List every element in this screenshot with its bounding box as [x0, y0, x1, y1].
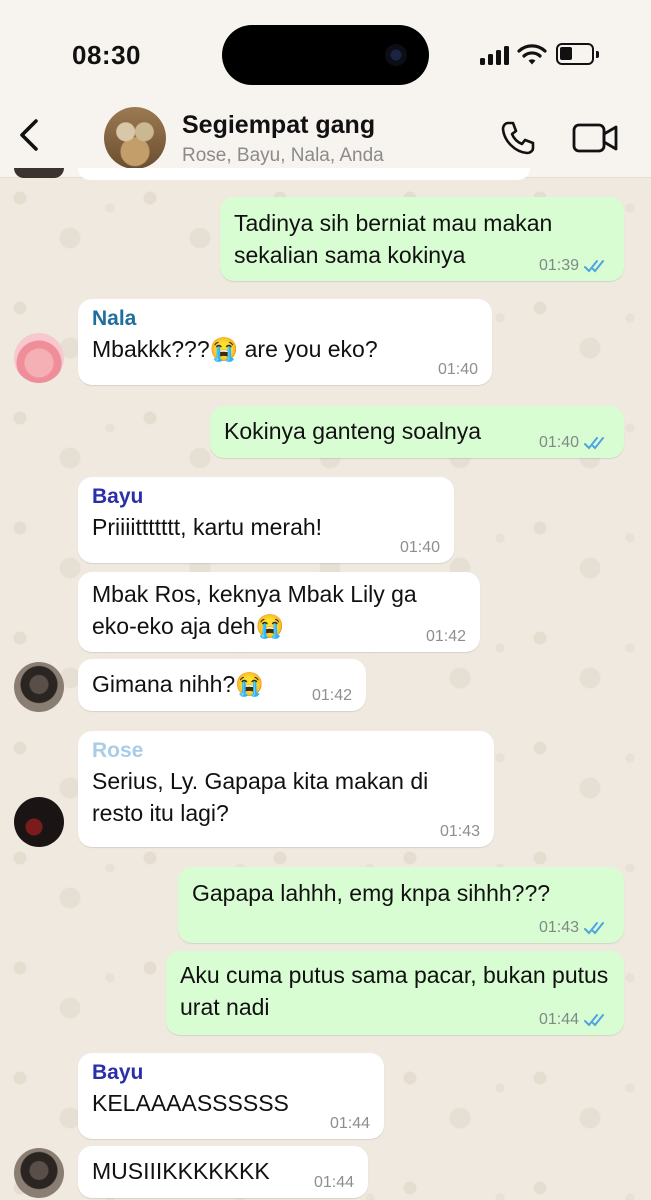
wifi-icon	[517, 44, 547, 65]
message-text: Priiiittttttt, kartu merah!	[92, 514, 323, 540]
message-meta: 01:44	[330, 1115, 370, 1133]
message-text: KELAAAASSSSSS	[92, 1090, 289, 1116]
status-time: 08:30	[72, 40, 141, 70]
outgoing-message[interactable]: Gapapa lahhh, emg knpa sihhh??? 01:43	[178, 867, 624, 943]
message-time: 01:43	[538, 919, 579, 936]
message-time: 01:44	[538, 1011, 579, 1028]
signal-icon	[480, 45, 512, 65]
message-meta: 01:42	[312, 687, 352, 705]
read-ticks-icon	[584, 1014, 604, 1027]
message-text: Gapapa lahhh, emg knpa sihhh???	[192, 880, 551, 906]
outgoing-message[interactable]: Kokinya ganteng soalnya 01:40	[210, 406, 624, 458]
dynamic-island	[222, 25, 429, 85]
outgoing-message[interactable]: Aku cuma putus sama pacar, bukan putus u…	[166, 951, 624, 1035]
avatar[interactable]	[14, 1148, 64, 1198]
incoming-message[interactable]: Rose Serius, Ly. Gapapa kita makan di re…	[78, 731, 494, 847]
message-meta: 01:42	[426, 628, 466, 646]
message-time: 01:42	[311, 687, 352, 704]
outgoing-message[interactable]: Tadinya sih berniat mau makan sekalian s…	[220, 197, 624, 281]
message-time: 01:44	[329, 1115, 370, 1132]
avatar[interactable]	[14, 662, 64, 712]
camera-icon	[385, 44, 407, 66]
read-ticks-icon	[584, 922, 604, 935]
incoming-message[interactable]: Nala Mbakkk???😭 are you eko? 01:40	[78, 299, 492, 385]
message-time: 01:40	[399, 539, 440, 556]
phone-call-icon[interactable]	[500, 120, 536, 156]
message-meta: 01:44	[314, 1174, 354, 1192]
message-time: 01:39	[538, 257, 579, 274]
incoming-message[interactable]: Gimana nihh?😭 01:42	[78, 659, 366, 711]
message-meta: 01:40	[438, 361, 478, 379]
avatar[interactable]	[14, 333, 64, 383]
message-text: Mbakkk???😭 are you eko?	[92, 336, 378, 362]
incoming-message[interactable]: Mbak Ros, keknya Mbak Lily ga eko-eko aj…	[78, 572, 480, 652]
read-ticks-icon	[584, 437, 604, 450]
avatar[interactable]	[14, 797, 64, 847]
message-text: Tadinya sih berniat mau makan sekalian s…	[234, 210, 553, 268]
message-meta: 01:43	[539, 919, 610, 937]
group-avatar[interactable]	[104, 107, 166, 169]
incoming-message[interactable]: Bayu Priiiittttttt, kartu merah! 01:40	[78, 477, 454, 563]
message-time: 01:42	[425, 628, 466, 645]
back-chevron-icon[interactable]	[12, 113, 46, 157]
previous-message-bubble	[78, 168, 530, 180]
chat-header: Segiempat gang Rose, Bayu, Nala, Anda	[0, 95, 651, 178]
message-meta: 01:43	[440, 823, 480, 841]
sender-name[interactable]: Nala	[92, 305, 478, 333]
message-time: 01:43	[439, 823, 480, 840]
incoming-message[interactable]: MUSIIIKKKKKKK 01:44	[78, 1146, 368, 1198]
message-time: 01:40	[437, 361, 478, 378]
message-text: Gimana nihh?😭	[92, 671, 264, 697]
message-time: 01:40	[538, 434, 579, 451]
message-meta: 01:40	[400, 539, 440, 557]
video-call-icon[interactable]	[572, 122, 618, 154]
sender-name[interactable]: Bayu	[92, 483, 440, 511]
battery-icon	[556, 43, 599, 65]
avatar[interactable]	[14, 168, 64, 178]
message-time: 01:44	[313, 1174, 354, 1191]
message-meta: 01:44	[539, 1011, 610, 1029]
message-meta: 01:40	[539, 434, 610, 452]
message-text: Kokinya ganteng soalnya	[224, 418, 482, 444]
message-text: Serius, Ly. Gapapa kita makan di resto i…	[92, 768, 429, 826]
message-text: MUSIIIKKKKKKK	[92, 1158, 270, 1184]
group-name[interactable]: Segiempat gang	[182, 111, 375, 140]
read-ticks-icon	[584, 260, 604, 273]
status-bar: 08:30	[0, 0, 651, 95]
group-members[interactable]: Rose, Bayu, Nala, Anda	[182, 145, 384, 167]
sender-name[interactable]: Rose	[92, 737, 480, 765]
sender-name[interactable]: Bayu	[92, 1059, 370, 1087]
message-text: Mbak Ros, keknya Mbak Lily ga eko-eko aj…	[92, 581, 417, 639]
incoming-message[interactable]: Bayu KELAAAASSSSSS 01:44	[78, 1053, 384, 1139]
message-meta: 01:39	[539, 257, 610, 275]
